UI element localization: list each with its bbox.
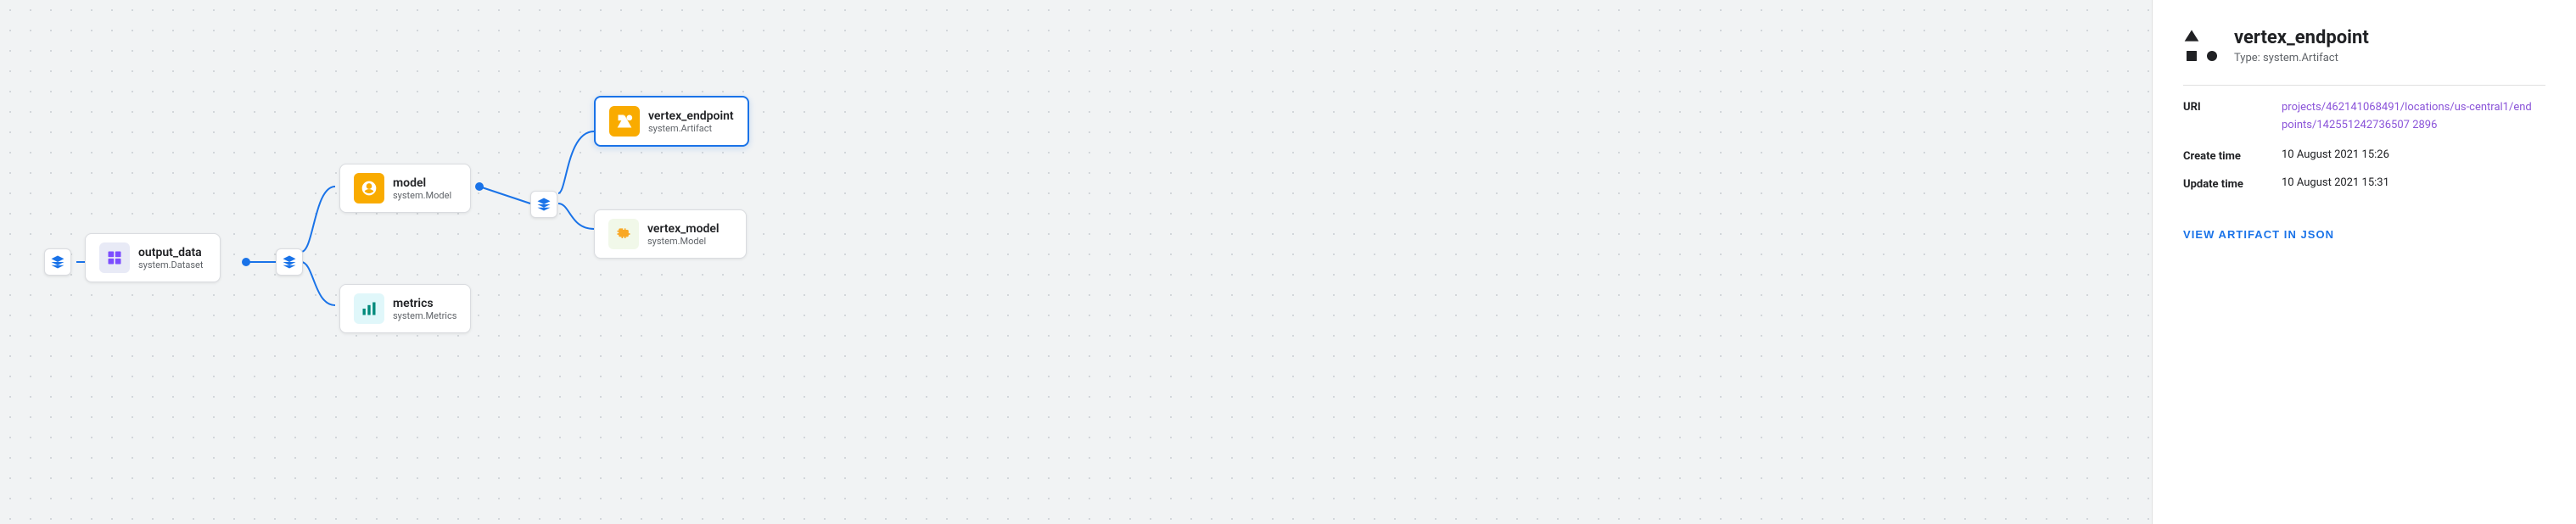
uri-label: URI [2183,99,2268,114]
update-time-row: Update time 10 August 2021 15:31 [2183,176,2545,191]
dataset-icon [99,242,130,273]
create-time-label: Create time [2183,148,2268,163]
detail-icon-top-row [2183,27,2220,44]
uri-link[interactable]: projects/462141068491/locations/us-centr… [2282,99,2536,135]
model-text: model system.Model [393,176,451,201]
detail-panel: vertex_endpoint Type: system.Artifact UR… [2152,0,2576,524]
vertex-model-icon [608,219,639,249]
detail-icon-group [2183,27,2220,64]
vertex-model-text: vertex_model system.Model [647,222,720,247]
model-node[interactable]: model system.Model [339,164,471,213]
graph-canvas: output_data system.Dataset model system.… [0,0,2152,524]
output-data-node[interactable]: output_data system.Dataset [85,233,221,282]
detail-type: Type: system.Artifact [2234,52,2369,64]
connector1-node[interactable] [276,248,303,276]
source-node[interactable] [44,248,71,276]
uri-row: URI projects/462141068491/locations/us-c… [2183,99,2545,135]
detail-title: vertex_endpoint [2234,27,2369,49]
detail-divider [2183,85,2545,86]
detail-icon-bottom-row [2183,47,2220,64]
update-time-value: 10 August 2021 15:31 [2282,176,2545,189]
vertex-model-node[interactable]: vertex_model system.Model [594,209,747,259]
vertex-endpoint-node[interactable]: vertex_endpoint system.Artifact [594,96,749,147]
connections-svg [0,0,2152,524]
triangle-icon [2183,27,2200,44]
connector2-node[interactable] [530,191,557,218]
create-time-row: Create time 10 August 2021 15:26 [2183,148,2545,163]
model-icon [354,173,384,203]
square-icon [2183,47,2200,64]
metrics-text: metrics system.Metrics [393,297,456,321]
update-time-label: Update time [2183,176,2268,191]
metrics-node[interactable]: metrics system.Metrics [339,284,471,333]
circle-icon [2204,47,2220,64]
output-data-text: output_data system.Dataset [138,246,203,270]
detail-title-group: vertex_endpoint Type: system.Artifact [2234,27,2369,64]
detail-header: vertex_endpoint Type: system.Artifact [2183,27,2545,64]
vertex-endpoint-text: vertex_endpoint system.Artifact [648,109,734,134]
view-json-container: VIEW ARTIFACT IN JSON [2183,215,2545,242]
vertex-endpoint-icon [609,106,640,137]
metrics-icon [354,293,384,324]
view-json-button[interactable]: VIEW ARTIFACT IN JSON [2183,228,2334,241]
create-time-value: 10 August 2021 15:26 [2282,148,2545,161]
